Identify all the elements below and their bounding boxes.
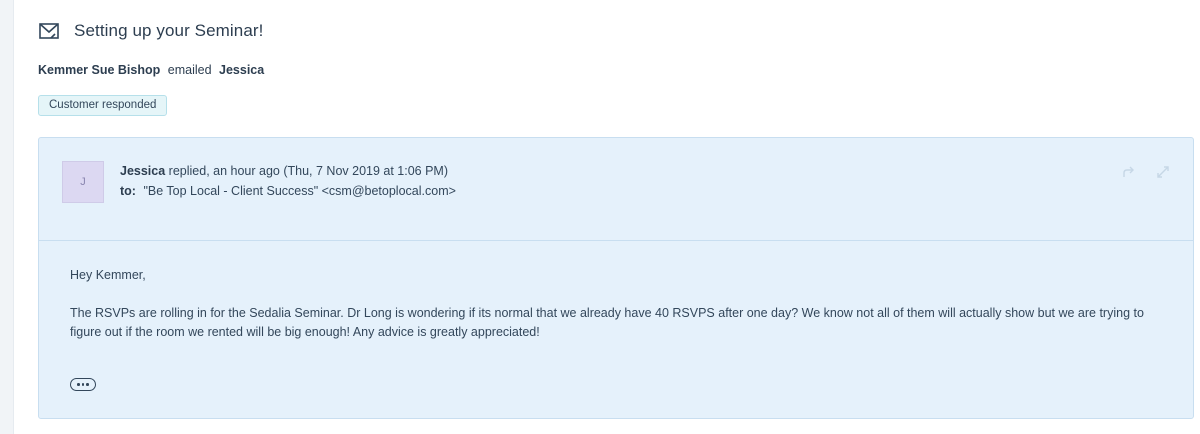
ellipsis-icon bbox=[77, 383, 80, 386]
forward-icon[interactable] bbox=[1121, 164, 1137, 185]
email-icon bbox=[38, 20, 60, 42]
replied-text: replied, an hour ago (Thu, 7 Nov 2019 at… bbox=[168, 164, 449, 178]
recipient-name[interactable]: Jessica bbox=[219, 63, 264, 77]
ellipsis-dot bbox=[86, 383, 89, 386]
to-label: to: bbox=[120, 184, 136, 198]
sender-name[interactable]: Kemmer Sue Bishop bbox=[38, 63, 160, 77]
ellipsis-dot bbox=[81, 383, 85, 386]
email-title: Setting up your Seminar! bbox=[74, 21, 264, 40]
message-card: J Jessica replied, an hour ago (Thu, 7 N… bbox=[38, 137, 1194, 419]
message-greeting: Hey Kemmer, bbox=[70, 268, 146, 282]
to-line: to: "Be Top Local - Client Success" <csm… bbox=[120, 184, 456, 198]
from-line: Jessica replied, an hour ago (Thu, 7 Nov… bbox=[120, 164, 448, 178]
show-more-button[interactable] bbox=[70, 378, 96, 391]
action-text: emailed bbox=[167, 63, 212, 77]
email-header: Setting up your Seminar! bbox=[38, 20, 264, 42]
author-name[interactable]: Jessica bbox=[120, 164, 165, 178]
message-body: Hey Kemmer, The RSVPs are rolling in for… bbox=[70, 266, 1160, 342]
expand-icon[interactable] bbox=[1155, 164, 1171, 185]
status-badge: Customer responded bbox=[38, 95, 168, 116]
left-rail bbox=[0, 0, 14, 434]
email-meta: Kemmer Sue Bishop emailed Jessica bbox=[38, 63, 264, 77]
message-header: J Jessica replied, an hour ago (Thu, 7 N… bbox=[39, 138, 1193, 241]
avatar[interactable]: J bbox=[62, 161, 104, 203]
message-actions bbox=[1121, 164, 1171, 185]
to-value: "Be Top Local - Client Success" <csm@bet… bbox=[143, 184, 456, 198]
message-paragraph: The RSVPs are rolling in for the Sedalia… bbox=[70, 306, 1144, 339]
